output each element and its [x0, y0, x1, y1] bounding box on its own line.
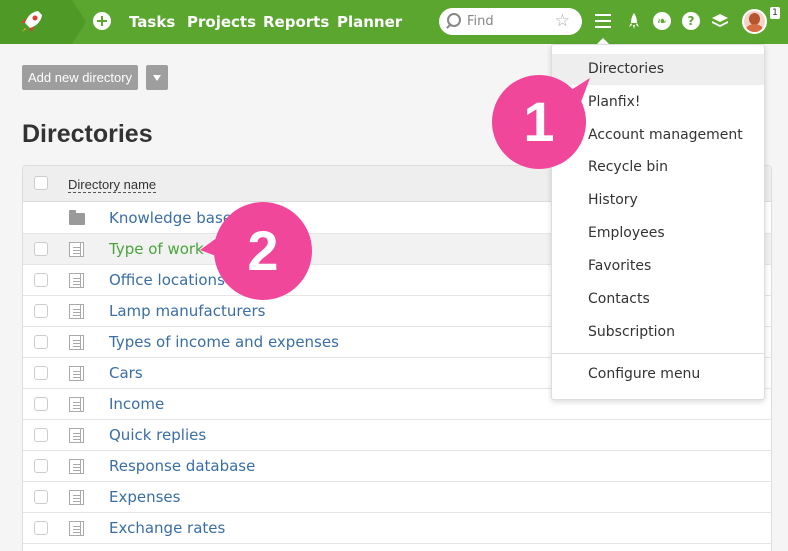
row-label[interactable]: Office locations — [109, 271, 225, 289]
row-checkbox[interactable] — [34, 459, 48, 473]
menu-divider — [552, 353, 764, 354]
row-checkbox[interactable] — [34, 397, 48, 411]
star-icon[interactable]: ☆ — [555, 11, 570, 31]
row-checkbox[interactable] — [34, 335, 48, 349]
document-icon — [69, 428, 84, 443]
row-checkbox[interactable] — [34, 304, 48, 318]
quick-add-button[interactable] — [93, 12, 111, 30]
callout-number: 2 — [214, 202, 312, 300]
notification-badge[interactable]: 1 — [770, 7, 780, 19]
nav-projects[interactable]: Projects — [187, 13, 256, 31]
row-label[interactable]: Expenses — [109, 488, 180, 506]
main-dropdown-menu: Directories Planfix! Account management … — [551, 44, 765, 400]
logo-area[interactable] — [0, 0, 86, 44]
menu-item-history[interactable]: History — [552, 185, 764, 216]
main-menu-icon[interactable] — [595, 14, 611, 28]
document-icon — [69, 273, 84, 288]
table-row[interactable]: Quick replies — [23, 420, 771, 451]
rocket-icon[interactable] — [625, 12, 643, 30]
document-icon — [69, 242, 84, 257]
row-label[interactable]: Cars — [109, 364, 143, 382]
document-icon — [69, 366, 84, 381]
row-label[interactable]: Exchange rates — [109, 519, 225, 537]
menu-item-recycle-bin[interactable]: Recycle bin — [552, 152, 764, 183]
nav-reports[interactable]: Reports — [263, 13, 329, 31]
row-label[interactable]: Response database — [109, 457, 255, 475]
document-icon — [69, 304, 84, 319]
row-checkbox[interactable] — [34, 242, 48, 256]
row-label[interactable]: Lamp manufacturers — [109, 302, 265, 320]
menu-item-contacts[interactable]: Contacts — [552, 284, 764, 315]
user-avatar[interactable] — [742, 9, 767, 34]
document-icon — [69, 397, 84, 412]
search-icon — [447, 13, 461, 27]
menu-item-employees[interactable]: Employees — [552, 218, 764, 249]
add-directory-dropdown-button[interactable] — [146, 65, 168, 90]
row-label[interactable]: Knowledge base — [109, 209, 232, 227]
table-row[interactable]: Exchange rates — [23, 513, 771, 544]
row-label[interactable]: Types of income and expenses — [109, 333, 339, 351]
document-icon — [69, 521, 84, 536]
menu-item-favorites[interactable]: Favorites — [552, 251, 764, 282]
table-row[interactable]: Response database — [23, 451, 771, 482]
nav-planner[interactable]: Planner — [337, 13, 402, 31]
search-input[interactable] — [467, 12, 557, 31]
search-box: ☆ — [439, 8, 582, 35]
menu-item-subscription[interactable]: Subscription — [552, 317, 764, 348]
column-header-name[interactable]: Directory name — [68, 177, 157, 193]
row-checkbox[interactable] — [34, 428, 48, 442]
nav-tasks[interactable]: Tasks — [129, 13, 175, 31]
row-label[interactable]: Income — [109, 395, 164, 413]
row-checkbox[interactable] — [34, 521, 48, 535]
document-icon — [69, 335, 84, 350]
leaf-icon[interactable]: ❧ — [653, 12, 671, 30]
top-bar: Tasks Projects Reports Planner ☆ ❧ ? 1 — [0, 0, 788, 44]
row-checkbox[interactable] — [34, 490, 48, 504]
menu-item-directories[interactable]: Directories — [552, 54, 764, 85]
rocket-logo-icon — [21, 11, 42, 32]
row-checkbox[interactable] — [34, 273, 48, 287]
row-label[interactable]: Quick replies — [109, 426, 206, 444]
document-icon — [69, 490, 84, 505]
row-label[interactable]: Type of work — [109, 240, 204, 258]
document-icon — [69, 459, 84, 474]
add-directory-button[interactable]: Add new directory — [22, 65, 139, 90]
layers-icon[interactable] — [711, 12, 729, 30]
help-icon[interactable]: ? — [682, 12, 700, 30]
callout-number: 1 — [492, 75, 586, 169]
page-title: Directories — [22, 120, 153, 148]
folder-icon — [69, 210, 85, 225]
row-checkbox[interactable] — [34, 366, 48, 380]
table-row[interactable]: Expenses — [23, 482, 771, 513]
select-all-checkbox[interactable] — [34, 176, 48, 190]
menu-item-configure-menu[interactable]: Configure menu — [552, 359, 764, 390]
